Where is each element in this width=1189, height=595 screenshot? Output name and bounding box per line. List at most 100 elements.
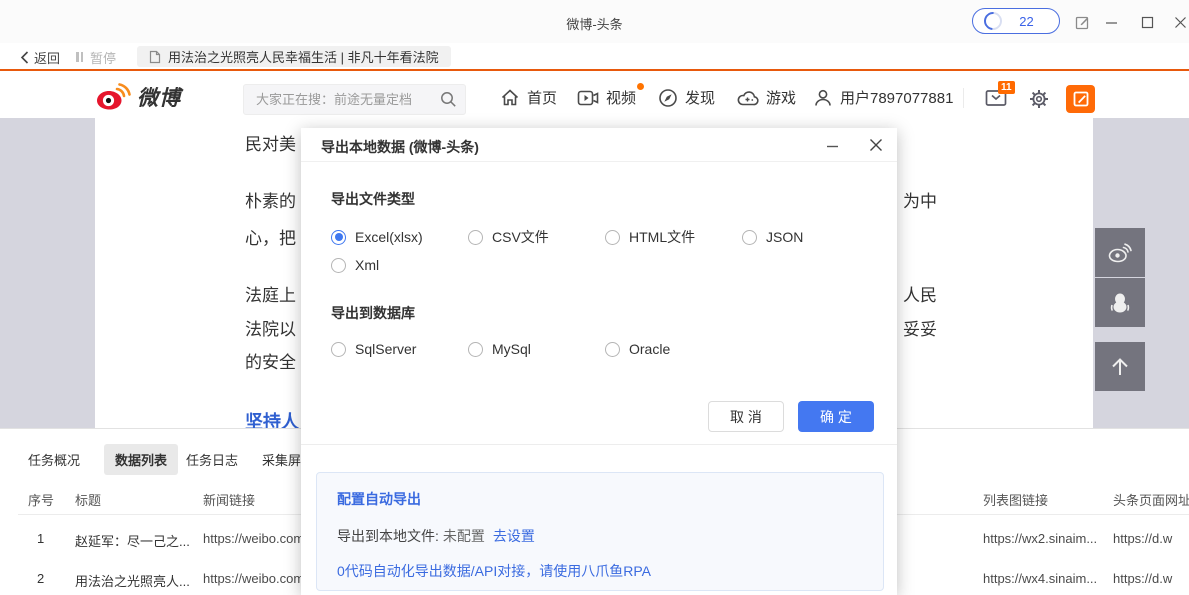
- radio-circle[interactable]: [331, 258, 346, 273]
- col-header-page-url: 头条页面网址: [1113, 490, 1189, 509]
- article-text: 为中: [903, 187, 937, 212]
- qq-share-button[interactable]: [1095, 278, 1145, 327]
- nav-discover[interactable]: 发现: [658, 87, 715, 108]
- messages-button[interactable]: 11: [985, 88, 1011, 110]
- radio-circle[interactable]: [468, 342, 483, 357]
- settings-button[interactable]: [1028, 88, 1050, 110]
- pause-button[interactable]: 暂停: [76, 48, 116, 67]
- search-icon[interactable]: [440, 91, 467, 108]
- cell-news-link: https://weibo.com: [203, 571, 304, 586]
- gear-icon: [1028, 88, 1050, 110]
- nav-video-label: 视频: [606, 87, 636, 108]
- header-divider: [963, 88, 964, 108]
- radio-circle-selected[interactable]: [331, 230, 346, 245]
- radio-xml[interactable]: Xml: [331, 257, 468, 273]
- weibo-share-icon: [1108, 243, 1132, 263]
- radio-circle[interactable]: [468, 230, 483, 245]
- radio-mysql[interactable]: MySql: [468, 341, 605, 357]
- weibo-logo-icon: [95, 82, 131, 112]
- weibo-logo-text: 微博: [137, 82, 181, 112]
- tab-task-log[interactable]: 任务日志: [186, 450, 238, 469]
- nav-video[interactable]: 视频: [577, 87, 636, 108]
- local-file-config-line: 导出到本地文件:未配置去设置: [337, 526, 535, 546]
- document-icon: [149, 50, 161, 64]
- article-text: 人民: [903, 281, 937, 306]
- close-icon[interactable]: [1169, 12, 1189, 32]
- article-text: 妥妥: [903, 315, 937, 340]
- radio-sqlserver[interactable]: SqlServer: [331, 341, 468, 357]
- app-window: 微博-头条 22 返回 暂停 用法治之光照亮人民幸福生活 | 非凡十年看法院: [0, 0, 1189, 595]
- spinner-icon: [980, 8, 1005, 33]
- radio-html[interactable]: HTML文件: [605, 227, 742, 247]
- search-input[interactable]: [244, 92, 440, 107]
- auto-export-title: 配置自动导出: [337, 489, 421, 509]
- home-icon: [500, 88, 520, 107]
- username: 用户7897077881: [840, 87, 953, 108]
- task-progress-pill[interactable]: 22: [972, 8, 1060, 34]
- radio-csv[interactable]: CSV文件: [468, 227, 605, 247]
- article-text: 的安全: [245, 348, 296, 373]
- weibo-logo[interactable]: 微博: [95, 82, 181, 112]
- col-header-news-link: 新闻链接: [203, 490, 255, 509]
- dialog-close-icon[interactable]: [865, 135, 887, 155]
- user-icon: [813, 88, 833, 108]
- back-label: 返回: [34, 48, 60, 67]
- radio-oracle[interactable]: Oracle: [605, 341, 742, 357]
- pause-label: 暂停: [90, 48, 116, 67]
- nav-home[interactable]: 首页: [500, 87, 557, 108]
- cancel-button[interactable]: 取 消: [708, 401, 784, 432]
- article-text: 心，把: [245, 224, 296, 249]
- cell-no: 2: [37, 571, 44, 586]
- local-file-label: 导出到本地文件:: [337, 528, 439, 544]
- message-badge: 11: [998, 81, 1015, 94]
- nav-game-label: 游戏: [766, 87, 796, 108]
- maximize-icon[interactable]: [1136, 12, 1158, 32]
- up-arrow-icon: [1109, 356, 1131, 378]
- radio-circle[interactable]: [742, 230, 757, 245]
- cell-img-link: https://wx2.sinaim...: [983, 531, 1097, 546]
- dialog-minimize-icon[interactable]: [821, 135, 843, 155]
- cell-no: 1: [37, 531, 44, 546]
- go-setup-link[interactable]: 去设置: [493, 528, 535, 544]
- article-text: 朴素的: [245, 187, 296, 212]
- radio-excel[interactable]: Excel(xlsx): [331, 227, 468, 247]
- col-header-list-img-link: 列表图链接: [983, 490, 1048, 509]
- col-header-title: 标题: [75, 490, 101, 509]
- tab-data-list[interactable]: 数据列表: [104, 444, 178, 475]
- progress-count: 22: [1002, 14, 1059, 29]
- dialog-divider: [301, 444, 897, 445]
- back-to-top-button[interactable]: [1095, 342, 1145, 391]
- compose-icon: [1073, 91, 1089, 107]
- cell-img-link: https://wx4.sinaim...: [983, 571, 1097, 586]
- local-file-status: 未配置: [443, 528, 485, 544]
- tab-task-overview[interactable]: 任务概况: [28, 450, 80, 469]
- cell-news-link: https://weibo.com: [203, 531, 304, 546]
- col-header-no: 序号: [28, 490, 54, 509]
- rpa-link[interactable]: 0代码自动化导出数据/API对接，请使用八爪鱼RPA: [337, 561, 651, 581]
- radio-json[interactable]: JSON: [742, 227, 879, 247]
- back-button[interactable]: 返回: [20, 48, 60, 67]
- radio-circle[interactable]: [605, 230, 620, 245]
- article-text: 法院以: [245, 315, 296, 340]
- weibo-share-button[interactable]: [1095, 228, 1145, 277]
- page-tab-title: 用法治之光照亮人民幸福生活 | 非凡十年看法院: [168, 47, 439, 66]
- confirm-button[interactable]: 确 定: [798, 401, 874, 432]
- cell-title: 用法治之光照亮人...: [75, 571, 190, 590]
- auto-export-box: 配置自动导出 导出到本地文件:未配置去设置 0代码自动化导出数据/API对接，请…: [316, 472, 884, 591]
- page-tab[interactable]: 用法治之光照亮人民幸福生活 | 非凡十年看法院: [137, 46, 451, 67]
- article-text: 法庭上: [245, 281, 296, 306]
- nav-user[interactable]: 用户7897077881: [813, 87, 953, 108]
- edit-note-icon[interactable]: [1071, 12, 1093, 32]
- radio-circle[interactable]: [331, 342, 346, 357]
- compose-button[interactable]: [1066, 85, 1095, 113]
- search-box[interactable]: [243, 84, 466, 115]
- game-icon: [737, 89, 759, 107]
- radio-circle[interactable]: [605, 342, 620, 357]
- video-icon: [577, 89, 599, 107]
- nav-game[interactable]: 游戏: [737, 87, 796, 108]
- article-text: 民对美: [245, 130, 296, 155]
- file-type-section-label: 导出文件类型: [331, 189, 415, 209]
- dialog-title: 导出本地数据 (微博-头条): [321, 137, 479, 157]
- minimize-icon[interactable]: [1100, 12, 1122, 32]
- cell-page-url: https://d.w: [1113, 571, 1172, 586]
